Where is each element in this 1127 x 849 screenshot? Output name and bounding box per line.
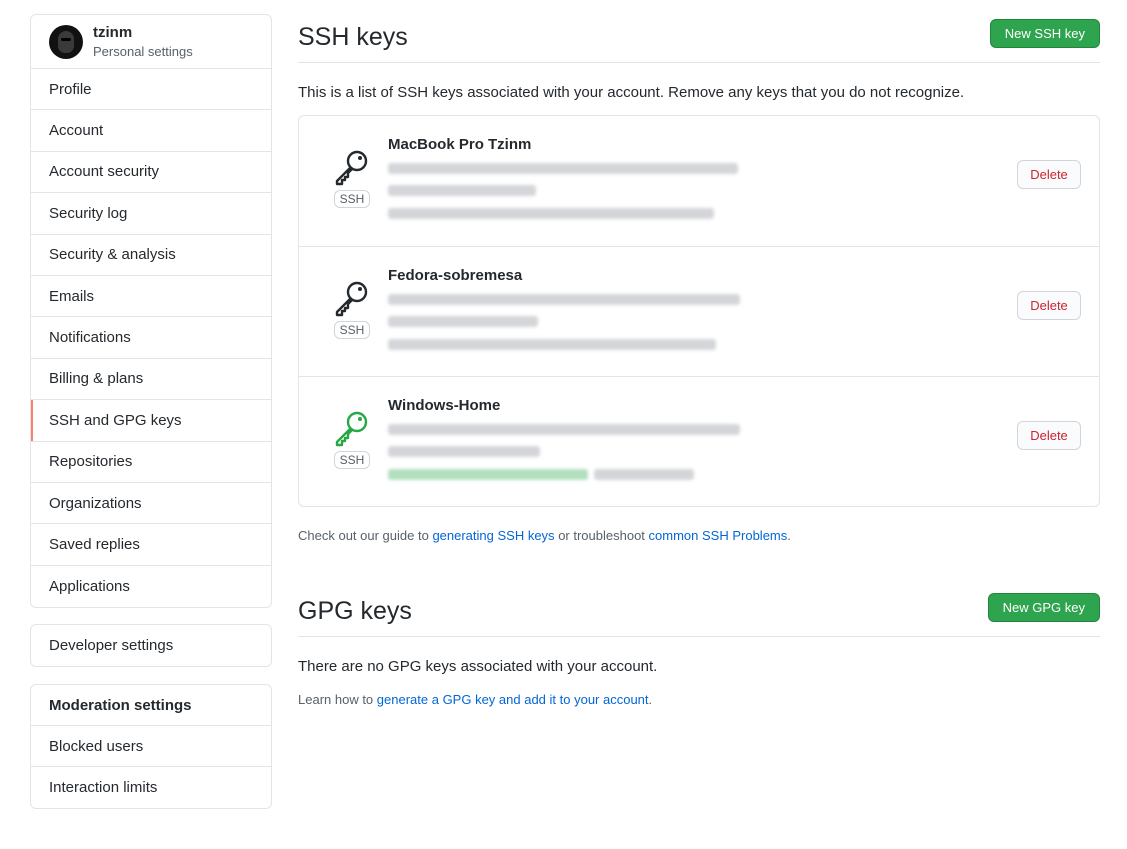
sidebar-item-emails[interactable]: Emails	[31, 276, 271, 318]
ssh-key-row: SSH Windows-Home Delete	[299, 377, 1099, 508]
settings-sidebar: tzinm Personal settings Profile Account …	[30, 14, 272, 609]
ssh-description: This is a list of SSH keys associated wi…	[298, 84, 965, 101]
sidebar-item-organizations[interactable]: Organizations	[31, 483, 271, 525]
key-icon	[335, 281, 368, 316]
ssh-key-title: MacBook Pro Tzinm	[388, 136, 532, 153]
moderation-heading: Moderation settings	[31, 685, 271, 726]
ssh-key-list: SSH MacBook Pro Tzinm Delete SSH Fedora-…	[298, 115, 1100, 507]
sidebar-item-security-log[interactable]: Security log	[31, 193, 271, 235]
key-icon	[335, 150, 368, 186]
key-added-date-redacted	[388, 185, 536, 196]
sidebar-item-interaction-limits[interactable]: Interaction limits	[31, 767, 271, 808]
user-subtitle: Personal settings	[93, 43, 193, 59]
key-fingerprint-redacted	[388, 163, 738, 174]
new-ssh-key-button[interactable]: New SSH key	[989, 19, 1100, 48]
sidebar-item-developer-settings[interactable]: Developer settings	[31, 625, 271, 666]
ssh-help-suffix: .	[787, 528, 791, 543]
sidebar-item-blocked-users[interactable]: Blocked users	[31, 726, 271, 767]
generating-ssh-keys-link[interactable]: generating SSH keys	[432, 528, 554, 543]
ssh-badge: SSH	[333, 190, 371, 208]
sidebar-item-profile[interactable]: Profile	[31, 69, 271, 111]
sidebar-item-notifications[interactable]: Notifications	[31, 317, 271, 359]
sidebar-item-saved-replies[interactable]: Saved replies	[31, 524, 271, 566]
ssh-key-title: Fedora-sobremesa	[388, 266, 523, 284]
developer-settings-box: Developer settings	[30, 624, 272, 667]
key-fingerprint-redacted	[388, 424, 740, 436]
key-fingerprint-redacted	[388, 293, 740, 305]
ssh-badge: SSH	[333, 451, 371, 470]
ssh-help-prefix: Check out our guide to	[298, 528, 429, 543]
key-last-used-redacted	[388, 469, 588, 481]
key-last-used-redacted	[388, 338, 716, 350]
key-last-used-redacted	[594, 469, 694, 481]
common-ssh-problems-link[interactable]: common SSH Problems	[649, 528, 788, 543]
key-last-used-redacted	[388, 208, 714, 219]
sidebar-item-applications[interactable]: Applications	[31, 566, 271, 607]
key-added-date-redacted	[388, 315, 538, 327]
key-added-date-redacted	[388, 446, 540, 458]
delete-ssh-key-button[interactable]: Delete	[1017, 290, 1081, 320]
sidebar-item-repositories[interactable]: Repositories	[31, 442, 271, 483]
user-header[interactable]: tzinm Personal settings	[31, 15, 271, 69]
gpg-help-text: Learn how to generate a GPG key and add …	[298, 692, 652, 707]
user-name: tzinm	[93, 23, 133, 41]
gpg-help-prefix: Learn how to	[298, 692, 374, 707]
new-gpg-key-button[interactable]: New GPG key	[987, 593, 1100, 622]
delete-ssh-key-button[interactable]: Delete	[1017, 421, 1081, 451]
sidebar-item-ssh-gpg-keys[interactable]: SSH and GPG keys	[31, 400, 271, 442]
sidebar-item-security-analysis[interactable]: Security & analysis	[31, 235, 271, 276]
generate-gpg-key-link[interactable]: generate a GPG key and add it to your ac…	[377, 692, 649, 707]
ssh-badge: SSH	[333, 320, 371, 339]
moderation-settings-box: Moderation settings Blocked users Intera…	[30, 684, 272, 809]
sidebar-item-account[interactable]: Account	[31, 110, 271, 152]
ssh-key-row: SSH Fedora-sobremesa Delete	[299, 247, 1099, 378]
ssh-help-text: Check out our guide to generating SSH ke…	[298, 528, 791, 543]
gpg-section-header: GPG keys New GPG key	[298, 593, 1100, 637]
key-icon	[335, 411, 368, 447]
gpg-help-suffix: .	[648, 692, 653, 707]
ssh-key-row: SSH MacBook Pro Tzinm Delete	[299, 116, 1099, 247]
ssh-help-middle: or troubleshoot	[558, 528, 645, 543]
gpg-title: GPG keys	[298, 597, 412, 625]
avatar	[49, 24, 83, 59]
ssh-title: SSH keys	[298, 23, 408, 51]
gpg-empty-text: There are no GPG keys associated with yo…	[298, 658, 658, 675]
sidebar-item-account-security[interactable]: Account security	[31, 152, 271, 194]
sidebar-item-billing[interactable]: Billing & plans	[31, 359, 271, 401]
ssh-section-header: SSH keys New SSH key	[298, 19, 1100, 63]
ssh-key-title: Windows-Home	[388, 397, 501, 415]
delete-ssh-key-button[interactable]: Delete	[1017, 160, 1081, 189]
